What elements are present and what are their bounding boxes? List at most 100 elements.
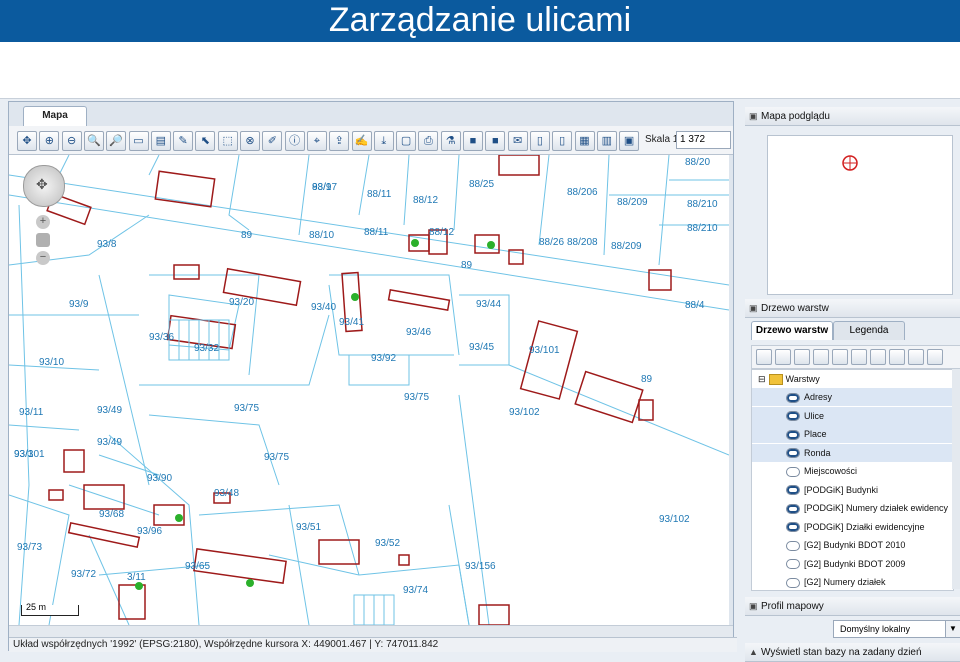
parcel-label: 93/65 — [185, 561, 210, 572]
tab-map[interactable]: Mapa — [23, 106, 87, 127]
report-icon[interactable]: ▦ — [574, 131, 595, 151]
camera-icon[interactable]: ■ — [463, 131, 483, 151]
profile-select[interactable]: Domyślny lokalny ▼ — [833, 620, 960, 638]
layer-tree-title: Drzewo warstw — [761, 303, 829, 314]
parcel-label: 93/9 — [69, 299, 89, 310]
move-icon[interactable] — [832, 349, 848, 365]
checkbox-on-icon[interactable] — [851, 349, 867, 365]
address-markers — [135, 239, 495, 590]
measure-icon[interactable]: ▭ — [128, 131, 149, 151]
layer-visibility-icon[interactable] — [786, 522, 800, 533]
monitor-icon[interactable]: ▣ — [619, 131, 640, 151]
overview-map[interactable] — [767, 135, 953, 295]
preview-header[interactable]: ▣ Mapa podglądu — [745, 107, 960, 126]
layer-tree-tabs: Drzewo warstw Legenda — [751, 321, 960, 340]
edit-icon[interactable]: ✍ — [351, 131, 372, 151]
map-canvas[interactable]: 88/9 88/11 88/12 88/25 88/206 88/209 88/210 88/… — [9, 155, 729, 625]
zoom-out-box-icon[interactable]: ⊖ — [61, 131, 82, 151]
coordinate-statusbar: Układ współrzędnych '1992' (EPSG:2180), … — [9, 637, 737, 652]
coordinates-icon[interactable]: ⌖ — [306, 131, 327, 151]
layer-item[interactable]: [PODGiK] Budynki — [752, 481, 878, 499]
layer-item[interactable]: Place — [752, 425, 953, 443]
checkbox-off-icon[interactable] — [870, 349, 886, 365]
layer-visibility-icon[interactable] — [786, 429, 800, 440]
layer-label: Miejscowości — [804, 466, 858, 476]
brush-icon[interactable]: ✐ — [262, 131, 283, 151]
settings-icon[interactable] — [889, 349, 905, 365]
parcel-label: 93/52 — [375, 538, 400, 549]
zoom-in-control[interactable]: + — [36, 215, 50, 229]
layer-item[interactable]: Adresy — [752, 388, 953, 406]
pencil-icon[interactable]: ✎ — [173, 131, 194, 151]
download-icon[interactable]: ⤓ — [373, 131, 394, 151]
layer-item[interactable]: Miejscowości — [752, 462, 857, 480]
tab-legend[interactable]: Legenda — [833, 321, 905, 340]
layer-tree-scrollbar[interactable] — [952, 369, 960, 589]
parcel-label: 93/32 — [194, 343, 219, 354]
doc2-icon[interactable]: ▯ — [552, 131, 573, 151]
cadastral-map[interactable]: 88/988/1188/1288/2588/20688/209 88/21088/… — [9, 155, 729, 625]
layer-visibility-icon[interactable] — [786, 448, 800, 459]
zoom-in-box-icon[interactable]: ⊕ — [39, 131, 60, 151]
layer-item[interactable]: Ulice — [752, 406, 953, 425]
layer-visibility-icon[interactable] — [786, 485, 800, 496]
zoom-out-control[interactable]: − — [36, 251, 50, 265]
layer-label: [G2] Budynki BDOT 2010 — [804, 540, 906, 550]
chevron-down-icon: ▼ — [945, 621, 960, 637]
scale-input[interactable]: 1 372 — [676, 131, 731, 149]
doc-icon[interactable]: ▯ — [529, 131, 550, 151]
parcel-label: 88/209 — [617, 197, 648, 208]
blank-icon[interactable]: ▢ — [396, 131, 417, 151]
layer-visibility-icon[interactable] — [786, 503, 800, 514]
layer-visibility-icon[interactable] — [786, 392, 800, 403]
pan-icon[interactable]: ✥ — [17, 131, 37, 151]
profile-header[interactable]: ▣ Profil mapowy — [745, 597, 960, 616]
layer-visibility-icon[interactable] — [786, 411, 800, 422]
target-icon[interactable]: ⊗ — [240, 131, 260, 151]
layer-item[interactable]: [G2] Budynki BDOT 2010 — [752, 536, 905, 554]
select-icon[interactable]: ⬉ — [195, 131, 216, 151]
add-layer-icon[interactable] — [756, 349, 772, 365]
note-icon[interactable]: ✉ — [507, 131, 528, 151]
map-tabbar: Mapa — [9, 102, 733, 127]
flask-icon[interactable]: ⚗ — [440, 131, 461, 151]
parcel-label: 93/73 — [17, 542, 42, 553]
layer-visibility-icon[interactable] — [786, 577, 800, 588]
layer-visibility-icon[interactable] — [786, 559, 800, 570]
reload-icon[interactable] — [813, 349, 829, 365]
layer-item[interactable]: Ronda — [752, 443, 953, 462]
zoom-slider[interactable] — [36, 233, 50, 247]
layer-tree-header[interactable]: ▣ Drzewo warstw — [745, 299, 960, 318]
parcel-labels: 88/988/1188/1288/2588/20688/209 88/21088/… — [14, 157, 718, 596]
chart-icon[interactable]: ▥ — [596, 131, 617, 151]
layer-visibility-icon[interactable] — [786, 466, 800, 477]
camera2-icon[interactable]: ■ — [485, 131, 506, 151]
layer-visibility-icon[interactable] — [786, 540, 800, 551]
parcel-label: 93/72 — [71, 569, 96, 580]
layer-root[interactable]: ⊟ Warstwy — [758, 370, 820, 388]
layer-item[interactable]: [PODGiK] Numery działek ewidency — [752, 499, 948, 517]
pan-control[interactable]: ✥ — [23, 165, 65, 207]
parcel-label: 93/156 — [465, 561, 496, 572]
layer-item[interactable]: [PODGiK] Działki ewidencyjne — [752, 518, 925, 536]
layer-item[interactable]: [G2] Budynki BDOT 2009 — [752, 555, 905, 573]
zoom-in-icon[interactable]: 🔍 — [83, 131, 104, 151]
edit-icon[interactable] — [927, 349, 943, 365]
info-icon[interactable]: ⓘ — [284, 131, 305, 151]
history-header[interactable]: ▲ Wyświetl stan bazy na zadany dzień — [745, 643, 960, 662]
refresh-icon[interactable] — [794, 349, 810, 365]
layer-item[interactable]: [G2] Numery działek — [752, 573, 886, 590]
zoom-out-icon[interactable]: 🔎 — [106, 131, 127, 151]
layer-label: [G2] Budynki BDOT 2009 — [804, 558, 906, 569]
layers-icon[interactable]: ▤ — [150, 131, 171, 151]
folder-icon — [768, 374, 783, 386]
print-icon[interactable]: ⎙ — [418, 131, 439, 151]
parcel-label: 3/11 — [127, 572, 146, 583]
filter-icon[interactable] — [908, 349, 924, 365]
export-icon[interactable]: ⇪ — [329, 131, 350, 151]
tab-layer-tree[interactable]: Drzewo warstw — [751, 321, 833, 340]
parcel-label: 88/26 — [539, 237, 564, 248]
parcel-label: 93/75 — [264, 452, 289, 463]
select-area-icon[interactable]: ⬚ — [217, 131, 238, 151]
remove-layer-icon[interactable] — [775, 349, 791, 365]
